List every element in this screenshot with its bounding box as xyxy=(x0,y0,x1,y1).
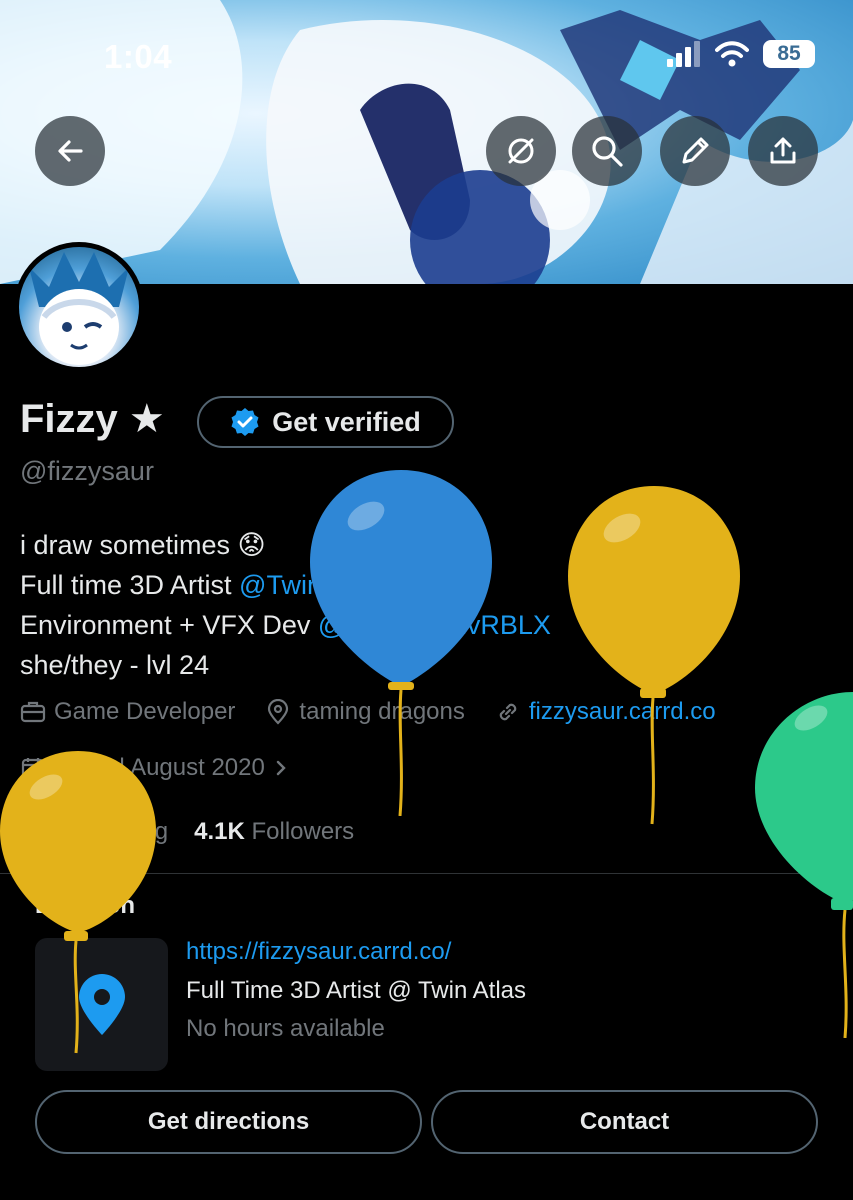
bio-text: Full time 3D Artist xyxy=(20,570,240,600)
bio-line-3: Environment + VFX Dev @DragonAdvRBLX xyxy=(20,605,551,645)
avatar[interactable] xyxy=(14,242,144,372)
balloon-yellow-right xyxy=(568,486,740,825)
category-label: Game Developer xyxy=(54,698,236,725)
follow-stats: 515 Following 4.1K Followers xyxy=(20,818,354,846)
display-name: Fizzy ★ xyxy=(20,397,165,441)
profile-handle: @fizzysaur xyxy=(20,456,154,486)
back-arrow-icon xyxy=(58,140,83,162)
section-divider xyxy=(0,873,853,874)
balloon-green xyxy=(755,692,853,1038)
mention-twin-atlas-link[interactable]: @Twin_Atlas xyxy=(239,570,397,600)
profile-meta: Game Developer taming dragons fizzysaur.… xyxy=(20,698,746,726)
map-pin-icon xyxy=(78,973,125,1035)
battery-indicator: 85 xyxy=(763,40,815,68)
grok-button[interactable] xyxy=(486,116,556,186)
search-button[interactable] xyxy=(572,116,642,186)
following-link[interactable]: 515 Following xyxy=(20,818,168,846)
following-count: 515 xyxy=(20,818,61,845)
location-label: taming dragons xyxy=(299,698,465,725)
search-icon xyxy=(592,136,623,167)
link-icon xyxy=(499,703,517,721)
category-item: Game Developer xyxy=(20,698,235,726)
joined-label: Joined August 2020 xyxy=(54,754,265,781)
website-item[interactable]: fizzysaur.carrd.co xyxy=(495,698,716,726)
location-description: Full Time 3D Artist @ Twin Atlas xyxy=(186,977,527,1004)
location-pin-icon xyxy=(268,699,289,725)
edit-button[interactable] xyxy=(660,116,730,186)
bio-line-1: i draw sometimes 😟 xyxy=(20,530,266,560)
mention-dragonadv-link[interactable]: @DragonAdvRBLX xyxy=(318,610,551,640)
share-button[interactable] xyxy=(748,116,818,186)
location-section-title: Location xyxy=(35,892,135,919)
back-button[interactable] xyxy=(35,116,105,186)
status-time: 1:04 xyxy=(104,38,173,75)
followers-label: Followers xyxy=(251,818,355,845)
signal-icon xyxy=(667,41,700,67)
following-label: Following xyxy=(66,818,169,845)
location-url-link[interactable]: https://fizzysaur.carrd.co/ xyxy=(186,938,451,966)
bio-text: Environment + VFX Dev xyxy=(20,610,318,640)
chevron-right-icon xyxy=(276,760,286,776)
location-item: taming dragons xyxy=(265,698,465,726)
briefcase-icon xyxy=(20,701,46,723)
profile-banner[interactable]: 1:04 85 xyxy=(0,0,853,284)
calendar-icon xyxy=(21,758,45,780)
get-verified-label: Get verified xyxy=(272,406,421,437)
share-icon xyxy=(770,137,796,164)
joined-item[interactable]: Joined August 2020 xyxy=(20,754,289,782)
website-link[interactable]: fizzysaur.carrd.co xyxy=(529,698,716,726)
verified-badge-icon xyxy=(231,408,259,436)
get-verified-button[interactable]: Get verified xyxy=(197,396,454,448)
profile-bio: i draw sometimes 😟 Full time 3D Artist @… xyxy=(20,525,551,685)
followers-link[interactable]: 4.1K Followers xyxy=(194,818,354,846)
wifi-icon xyxy=(715,41,749,67)
status-icons: 85 xyxy=(667,40,815,68)
bio-line-2: Full time 3D Artist @Twin_Atlas xyxy=(20,565,551,605)
location-map-thumbnail[interactable] xyxy=(35,938,168,1071)
avatar-image xyxy=(19,247,139,367)
pencil-icon xyxy=(682,137,709,164)
bio-line-4: she/they - lvl 24 xyxy=(20,650,210,680)
followers-count: 4.1K xyxy=(194,818,245,845)
contact-button[interactable]: Contact xyxy=(431,1090,818,1154)
get-directions-button[interactable]: Get directions xyxy=(35,1090,422,1154)
grok-icon xyxy=(508,138,534,164)
location-hours: No hours available xyxy=(186,1015,385,1042)
